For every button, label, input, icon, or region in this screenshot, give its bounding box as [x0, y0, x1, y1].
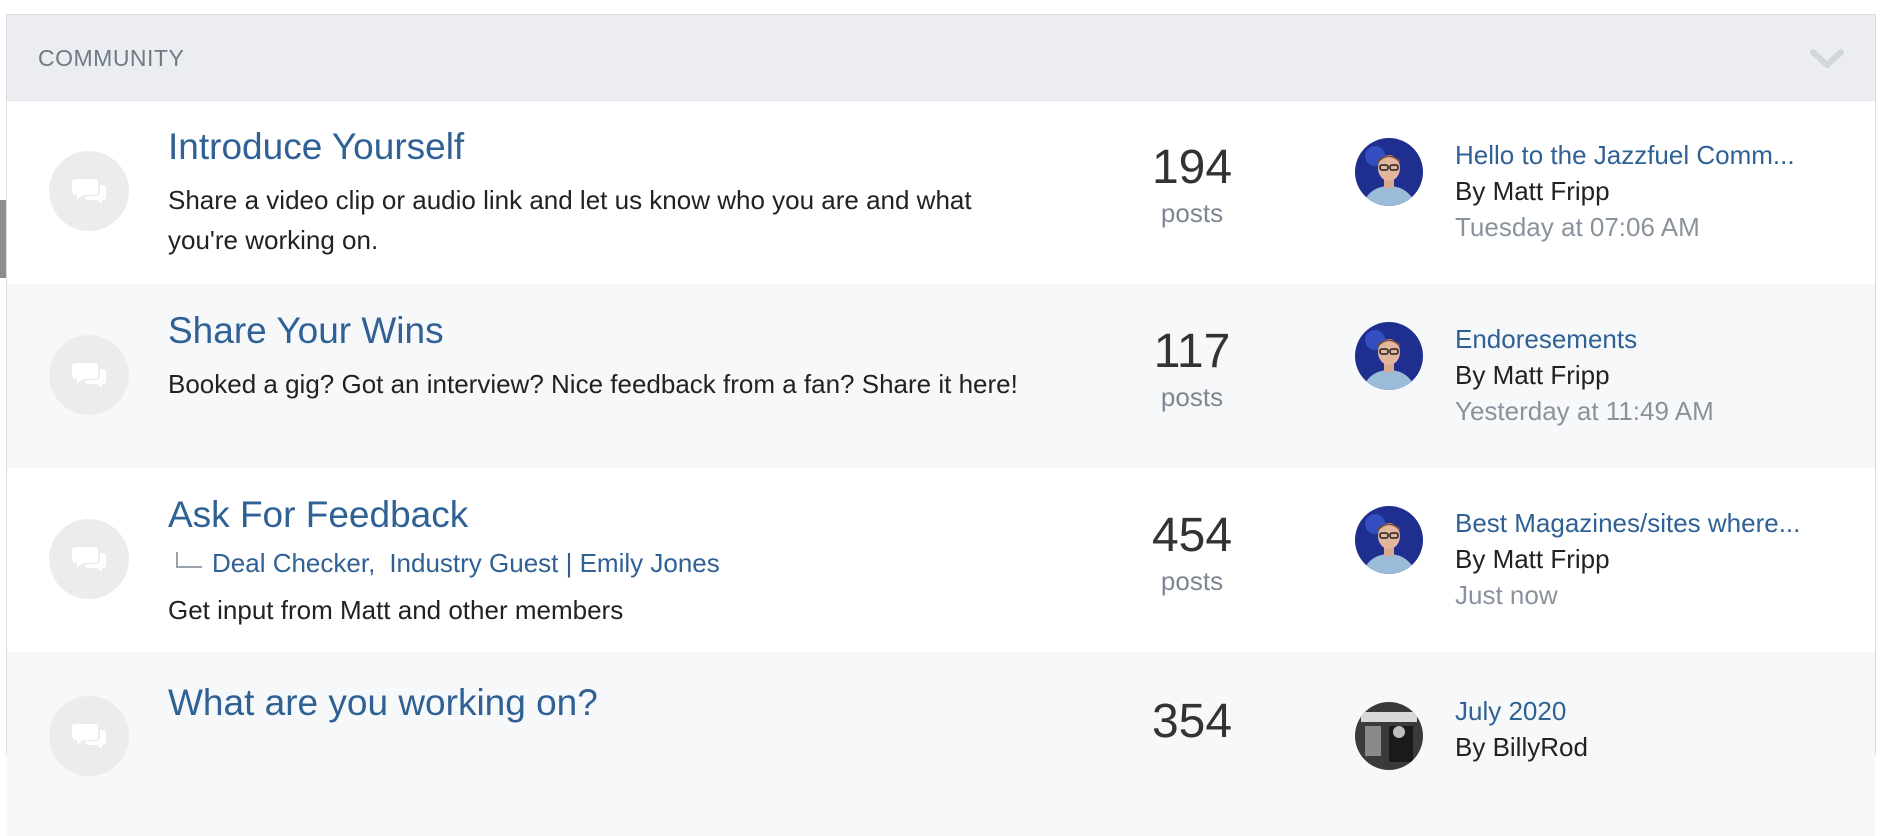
forum-description: Share a video clip or audio link and let… [168, 185, 972, 255]
post-count-value: 117 [1153, 325, 1231, 378]
last-post-author[interactable]: By BillyRod [1455, 732, 1588, 763]
subforum-link-industry-guest[interactable]: Industry Guest | Emily Jones [389, 548, 719, 578]
last-post-title-link[interactable]: Best Magazines/sites where... [1455, 508, 1800, 539]
avatar[interactable] [1355, 322, 1423, 390]
last-post-author[interactable]: By Matt Fripp [1455, 176, 1610, 207]
chat-bubbles-icon [49, 696, 129, 776]
last-post-time: Just now [1455, 580, 1558, 610]
last-post-title-link[interactable]: Endoresements [1455, 324, 1637, 355]
last-post-time: Yesterday at 11:49 AM [1455, 396, 1714, 426]
forum-description: Booked a gig? Got an interview? Nice fee… [168, 369, 1018, 399]
community-category: COMMUNITY Introduce Yourself Share a vid… [6, 14, 1876, 836]
forum-description: Get input from Matt and other members [168, 595, 624, 625]
last-post-author[interactable]: By Matt Fripp [1455, 544, 1610, 575]
subforum-link-deal-checker[interactable]: Deal Checker, [212, 548, 375, 578]
subforum-list: Deal Checker, Industry Guest | Emily Jone… [168, 548, 720, 579]
post-count-value: 354 [1151, 695, 1233, 748]
forum-title-link[interactable]: What are you working on? [168, 682, 598, 724]
last-post-time: Tuesday at 07:06 AM [1455, 212, 1700, 242]
chat-bubbles-icon [49, 335, 129, 415]
forum-row: Ask For Feedback Deal Checker, Industry G… [7, 468, 1875, 652]
chat-bubbles-icon [49, 151, 129, 231]
post-count: 194 posts [1127, 140, 1257, 230]
last-post-title-link[interactable]: July 2020 [1455, 696, 1566, 727]
forum-row: Share Your Wins Booked a gig? Got an int… [7, 284, 1875, 468]
forum-row: What are you working on? 354 July 2020 B… [7, 652, 1875, 836]
post-count-label: posts [1160, 566, 1224, 596]
forum-title-link[interactable]: Introduce Yourself [168, 126, 464, 168]
forum-title-link[interactable]: Ask For Feedback [168, 494, 468, 536]
post-count-value: 454 [1151, 509, 1233, 562]
post-count-label: posts [1160, 198, 1224, 228]
avatar[interactable] [1355, 138, 1423, 206]
chat-bubbles-icon [49, 519, 129, 599]
post-count: 454 posts [1127, 508, 1257, 598]
last-post-title-link[interactable]: Hello to the Jazzfuel Comm... [1455, 140, 1795, 171]
post-count: 354 [1127, 694, 1257, 750]
post-count: 117 posts [1127, 324, 1257, 414]
category-header[interactable]: COMMUNITY [7, 15, 1875, 101]
branch-connector-icon [176, 552, 202, 568]
category-title: COMMUNITY [38, 45, 185, 71]
forum-title-link[interactable]: Share Your Wins [168, 310, 444, 352]
post-count-label: posts [1160, 382, 1224, 412]
avatar[interactable] [1355, 506, 1423, 574]
chevron-down-icon[interactable] [1809, 47, 1845, 71]
last-post-author[interactable]: By Matt Fripp [1455, 360, 1610, 391]
avatar[interactable] [1355, 702, 1423, 770]
post-count-value: 194 [1151, 141, 1233, 194]
forum-row: Introduce Yourself Share a video clip or… [7, 100, 1875, 284]
